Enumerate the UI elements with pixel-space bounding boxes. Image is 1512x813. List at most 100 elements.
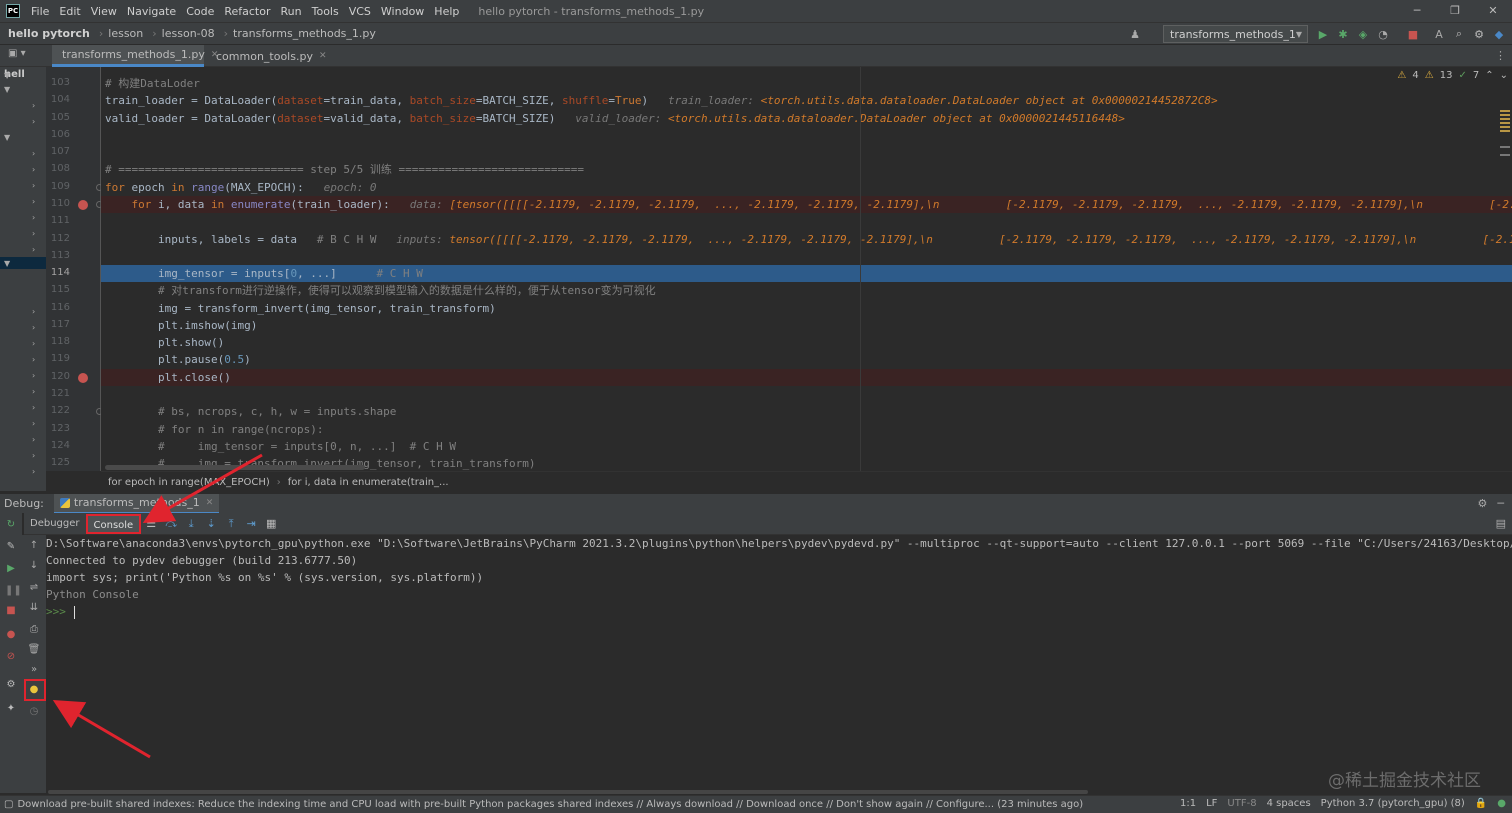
code-line[interactable]: # bs, ncrops, c, h, w = inputs.shape [101,403,1512,420]
tree-expand-icon[interactable]: ▼ [4,259,10,268]
close-button[interactable]: ✕ [1474,0,1512,22]
tree-expand-icon[interactable]: › [32,165,35,174]
line-number[interactable]: 121 [46,388,70,399]
mute-breakpoints-icon[interactable]: ⊘ [5,651,17,663]
code-line[interactable] [101,248,1512,265]
breadcrumb-for-epoch[interactable]: for epoch in range(MAX_EPOCH) [108,477,270,488]
line-number[interactable]: 119 [46,353,70,364]
menu-item-view[interactable]: View [86,5,122,18]
run-icon[interactable]: ▶ [1316,27,1330,41]
chevron-down-icon[interactable]: ⌄ [1500,70,1508,81]
event-badge-icon[interactable]: ● [1497,798,1506,809]
tree-expand-icon[interactable]: › [32,307,35,316]
code-line[interactable]: img = transform_invert(img_tensor, train… [101,300,1512,317]
code-line[interactable] [101,386,1512,403]
code-line[interactable] [101,213,1512,230]
line-number[interactable]: 106 [46,129,70,140]
line-number[interactable]: 104 [46,94,70,105]
history-icon[interactable]: ◷ [27,705,41,719]
close-tab-icon[interactable]: ✕ [206,498,214,508]
step-over-icon[interactable]: ⤼ [161,517,181,531]
breadcrumb-for-i[interactable]: for i, data in enumerate(train_... [288,477,449,488]
pause-icon[interactable]: ❚❚ [5,585,22,597]
line-number[interactable]: 123 [46,423,70,434]
more-tabs-icon[interactable]: ⋮ [1495,49,1506,62]
scroll-to-end-icon[interactable]: ⇊ [27,601,41,615]
line-number[interactable]: 111 [46,215,70,226]
line-number[interactable]: 124 [46,440,70,451]
user-icon[interactable]: ♟ [1128,27,1142,41]
code-line[interactable]: for epoch in range(MAX_EPOCH): epoch: 0 [101,179,1512,196]
tab-console[interactable]: Console [85,513,142,534]
evaluate-expression-icon[interactable]: ▦ [261,517,281,530]
code-line[interactable]: # img_tensor = inputs[0, n, ...] # C H W [101,438,1512,455]
soft-wrap-icon[interactable]: ⇌ [27,581,41,595]
project-view-selector[interactable]: ▣ ▾ [8,48,26,59]
console-output[interactable]: D:\Software\anaconda3\envs\pytorch_gpu\p… [46,535,1512,793]
view-breakpoints-icon[interactable]: ● [5,629,17,641]
code-line[interactable]: plt.imshow(img) [101,317,1512,334]
gear-icon[interactable]: ⚙ [1478,497,1488,510]
code-line[interactable]: plt.close() [101,368,1512,386]
editor-horizontal-scrollbar[interactable] [105,465,365,470]
code-line[interactable]: valid_loader = DataLoader(dataset=valid_… [101,110,1512,127]
debug-icon[interactable]: ✱ [1336,27,1350,41]
arrow-up-icon[interactable]: ↑ [27,539,41,553]
nav-crumb-project[interactable]: hello pytorch [8,27,90,40]
tree-expand-icon[interactable]: ▼ [4,71,10,80]
menu-item-code[interactable]: Code [181,5,219,18]
status-message[interactable]: Download pre-built shared indexes: Reduc… [17,799,1083,810]
nav-crumb-file[interactable]: transforms_methods_1.py [233,27,376,40]
hide-icon[interactable]: ─ [1497,497,1504,510]
console-horizontal-scrollbar[interactable] [48,790,1088,794]
breakpoint-icon[interactable] [78,372,88,383]
line-number[interactable]: 115 [46,284,70,295]
code-line[interactable]: # 对transform进行逆操作，使得可以观察到模型输入的数据是什么样的，便于… [101,282,1512,299]
python-console-icon[interactable]: ● [27,683,41,697]
coverage-icon[interactable]: ◈ [1356,27,1370,41]
code-line[interactable]: # ============================ step 5/5 … [101,161,1512,178]
code-line[interactable]: plt.show() [101,334,1512,351]
line-number[interactable]: 116 [46,302,70,313]
tree-expand-icon[interactable]: › [32,451,35,460]
line-number[interactable]: 103 [46,77,70,88]
interpreter-setting[interactable]: Python 3.7 (pytorch_gpu) (8) [1321,798,1465,809]
line-number[interactable]: 113 [46,250,70,261]
code-line[interactable] [101,144,1512,161]
more-actions-icon[interactable]: » [27,663,41,677]
line-number[interactable]: 109 [46,181,70,192]
step-into-icon[interactable]: ⤓ [181,517,201,531]
code-line[interactable]: plt.pause(0.5) [101,351,1512,368]
search-icon[interactable]: ⌕ [1452,27,1466,41]
tab-common-tools[interactable]: common_tools.py ✕ [206,45,327,67]
tree-expand-icon[interactable]: › [32,387,35,396]
stop-icon[interactable]: ■ [5,605,17,617]
code-line[interactable]: inputs, labels = data # B C H W inputs: … [101,231,1512,248]
menu-item-edit[interactable]: Edit [54,5,85,18]
tree-expand-icon[interactable]: › [32,197,35,206]
code-line[interactable]: # for n in range(ncrops): [101,421,1512,438]
tree-expand-icon[interactable]: › [32,149,35,158]
resume-icon[interactable]: ▶ [5,563,17,575]
layout-icon[interactable]: ▤ [1496,517,1506,530]
menu-item-help[interactable]: Help [429,5,464,18]
lock-icon[interactable]: 🔒 [1475,798,1487,809]
tree-expand-icon[interactable]: › [32,117,35,126]
menu-item-window[interactable]: Window [376,5,429,18]
close-tab-icon[interactable]: ✕ [319,51,327,61]
tree-expand-icon[interactable]: › [32,355,35,364]
line-number[interactable]: 125 [46,457,70,468]
line-number[interactable]: 110 [46,198,70,209]
indent-setting[interactable]: 4 spaces [1267,798,1311,809]
current-execution-line[interactable]: img_tensor = inputs[0, ...] # C H W [101,265,1512,283]
menu-item-vcs[interactable]: VCS [344,5,376,18]
tree-expand-icon[interactable]: › [32,323,35,332]
line-number[interactable]: 122 [46,405,70,416]
tree-expand-icon[interactable]: › [32,467,35,476]
tab-debugger[interactable]: Debugger [24,514,86,534]
tree-expand-icon[interactable]: › [32,419,35,428]
line-number[interactable]: 118 [46,336,70,347]
wrench-icon[interactable]: ✎ [5,541,17,553]
toggle-tool-windows-icon[interactable]: ▢ [4,799,13,810]
maximize-button[interactable]: ❐ [1436,0,1474,22]
